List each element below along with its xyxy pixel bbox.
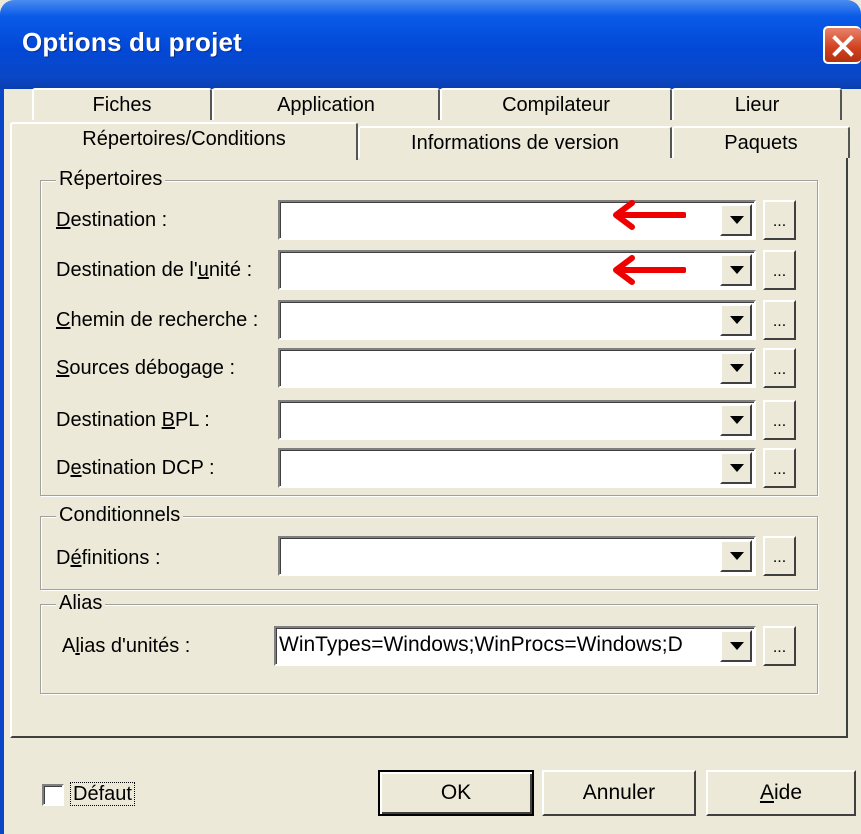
- sources-debogage-combo[interactable]: [278, 348, 756, 388]
- destination-dcp-combo[interactable]: [278, 448, 756, 488]
- chevron-down-icon: [730, 642, 744, 650]
- chevron-down-icon: [730, 266, 744, 274]
- destination-dcp-dropdown-button[interactable]: [720, 452, 752, 484]
- destination-dropdown-button[interactable]: [720, 204, 752, 236]
- alias-unites-dropdown-button[interactable]: [720, 630, 752, 662]
- destination-bpl-label: Destination BPL :: [56, 409, 210, 431]
- destination-dcp-label: Destination DCP :: [56, 457, 215, 479]
- destination-unite-browse-button[interactable]: ...: [763, 250, 796, 290]
- tab-label: Compilateur: [502, 94, 610, 116]
- chemin-recherche-dropdown-button[interactable]: [720, 304, 752, 336]
- default-checkbox-label[interactable]: Défaut: [70, 782, 135, 806]
- destination-unite-dropdown-button[interactable]: [720, 254, 752, 286]
- conditionnels-group-title: Conditionnels: [56, 504, 184, 527]
- tab-label: Fiches: [92, 94, 152, 116]
- destination-unite-label: Destination de l'unité :: [56, 259, 253, 281]
- chevron-down-icon: [730, 364, 744, 372]
- definitions-label: Définitions :: [56, 547, 161, 569]
- tab-label: Application: [277, 94, 375, 116]
- destination-bpl-dropdown-button[interactable]: [720, 404, 752, 436]
- alias-unites-combo[interactable]: WinTypes=Windows;WinProcs=Windows;D: [274, 626, 756, 666]
- chemin-recherche-browse-button[interactable]: ...: [763, 300, 796, 340]
- help-button[interactable]: Aide: [706, 770, 856, 816]
- tab-paquets[interactable]: Paquets: [672, 126, 850, 158]
- destination-browse-button[interactable]: ...: [763, 200, 796, 240]
- alias-unites-label: Alias d'unités :: [62, 635, 191, 657]
- cancel-button[interactable]: Annuler: [542, 770, 696, 816]
- ok-button[interactable]: OK: [378, 770, 534, 816]
- red-arrow-icon: [613, 200, 686, 230]
- default-checkbox[interactable]: [42, 784, 64, 806]
- repertoires-group-title: Répertoires: [56, 168, 166, 191]
- alias-unites-value: WinTypes=Windows;WinProcs=Windows;D: [279, 633, 683, 656]
- close-button[interactable]: [823, 26, 861, 64]
- tab-compilateur[interactable]: Compilateur: [440, 88, 672, 120]
- definitions-combo[interactable]: [278, 536, 756, 576]
- tab-informations-version[interactable]: Informations de version: [358, 126, 672, 158]
- sources-debogage-label: Sources débogage :: [56, 357, 236, 379]
- chemin-recherche-combo[interactable]: [278, 300, 756, 340]
- destination-label: Destination :: [56, 209, 168, 231]
- sources-debogage-browse-button[interactable]: ...: [763, 348, 796, 388]
- tab-repertoires-conditions[interactable]: Répertoires/Conditions: [10, 122, 358, 160]
- tab-label: Informations de version: [411, 132, 619, 154]
- alias-group-title: Alias: [56, 592, 106, 615]
- sources-debogage-dropdown-button[interactable]: [720, 352, 752, 384]
- tab-lieur[interactable]: Lieur: [672, 88, 842, 120]
- chevron-down-icon: [730, 416, 744, 424]
- chevron-down-icon: [730, 464, 744, 472]
- tab-fiches[interactable]: Fiches: [32, 88, 212, 120]
- destination-dcp-browse-button[interactable]: ...: [763, 448, 796, 488]
- alias-unites-browse-button[interactable]: ...: [763, 626, 796, 666]
- chevron-down-icon: [730, 552, 744, 560]
- definitions-browse-button[interactable]: ...: [763, 536, 796, 576]
- destination-bpl-browse-button[interactable]: ...: [763, 400, 796, 440]
- chevron-down-icon: [730, 316, 744, 324]
- tab-label: Lieur: [734, 94, 780, 116]
- definitions-dropdown-button[interactable]: [720, 540, 752, 572]
- red-arrow-icon: [613, 255, 686, 285]
- close-icon: [832, 35, 854, 57]
- chevron-down-icon: [730, 216, 744, 224]
- destination-bpl-combo[interactable]: [278, 400, 756, 440]
- tab-application[interactable]: Application: [212, 88, 440, 120]
- window-title: Options du projet: [22, 27, 243, 57]
- window-frame-left: [0, 89, 4, 834]
- chemin-recherche-label: Chemin de recherche :: [56, 309, 259, 331]
- tab-label: Répertoires/Conditions: [82, 128, 286, 150]
- tab-label: Paquets: [724, 132, 798, 154]
